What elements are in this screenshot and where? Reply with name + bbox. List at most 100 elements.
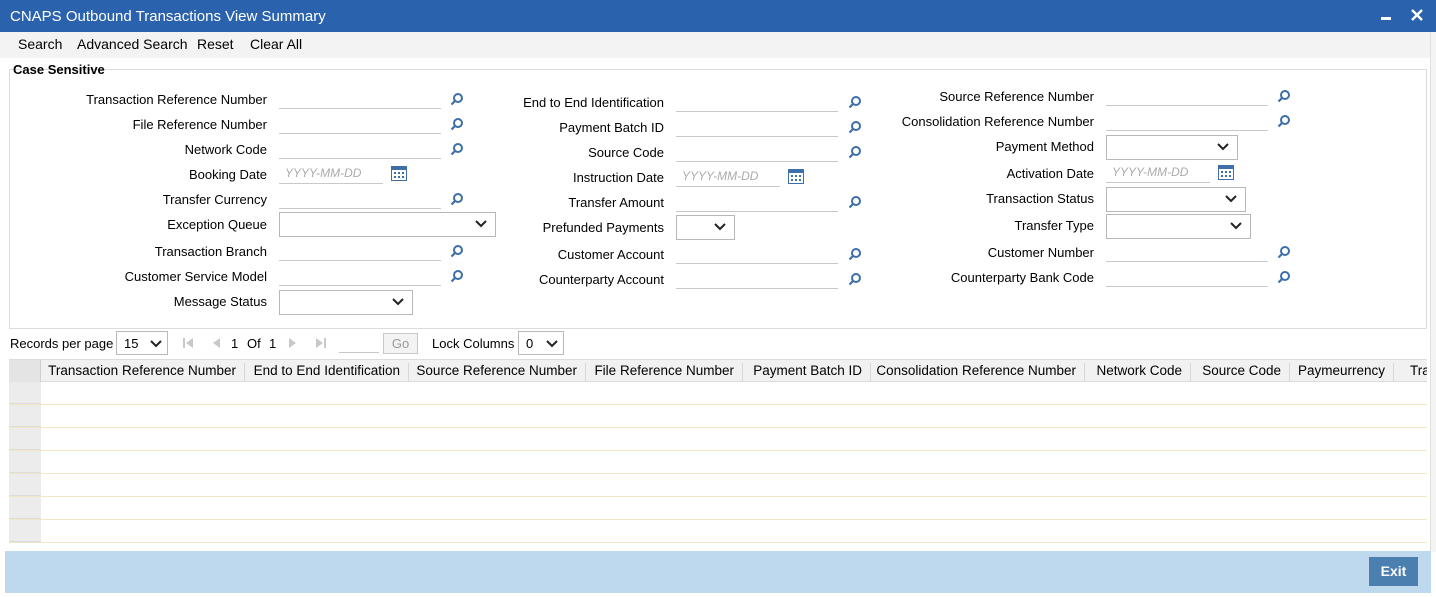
table-row[interactable] <box>9 405 1427 428</box>
table-row[interactable] <box>9 520 1427 543</box>
instruction-date-field[interactable] <box>676 165 780 187</box>
calendar-icon[interactable] <box>391 166 407 181</box>
clear-all-button[interactable]: Clear All <box>250 36 302 52</box>
column-header[interactable]: Source Code <box>1191 363 1290 381</box>
page-number-input[interactable] <box>339 333 379 353</box>
source-reference-number-field[interactable] <box>1106 84 1268 106</box>
row-select-cell[interactable] <box>9 520 41 542</box>
transfer-amount-field[interactable] <box>676 190 838 212</box>
transaction-reference-number-label: Transaction Reference Number <box>86 92 267 107</box>
transaction-status-label: Transaction Status <box>986 191 1094 206</box>
close-icon[interactable] <box>1408 6 1426 24</box>
column-header[interactable]: Payment Batch ID <box>743 363 871 381</box>
customer-number-label: Customer Number <box>987 245 1094 260</box>
search-icon[interactable] <box>1277 270 1291 284</box>
network-code-label: Network Code <box>184 142 267 157</box>
consolidation-reference-number-field[interactable] <box>1106 109 1268 131</box>
row-select-cell[interactable] <box>9 405 41 427</box>
exception-queue-select[interactable] <box>279 212 496 237</box>
first-page-icon[interactable] <box>183 338 193 348</box>
search-icon[interactable] <box>848 195 862 209</box>
grid-header: Transaction Reference Number End to End … <box>9 359 1427 382</box>
search-icon[interactable] <box>848 95 862 109</box>
prefunded-payments-select[interactable] <box>676 215 735 240</box>
search-icon[interactable] <box>450 269 464 283</box>
calendar-icon[interactable] <box>788 169 804 184</box>
column-header[interactable]: End to End Identification <box>245 363 409 381</box>
previous-page-icon[interactable] <box>211 338 221 348</box>
search-icon[interactable] <box>848 272 862 286</box>
search-icon[interactable] <box>1277 89 1291 103</box>
row-select-cell[interactable] <box>9 382 41 404</box>
network-code-field[interactable] <box>279 137 441 159</box>
table-row[interactable] <box>9 474 1427 497</box>
message-status-select[interactable] <box>279 290 413 315</box>
booking-date-field[interactable] <box>279 162 383 184</box>
search-icon[interactable] <box>1277 245 1291 259</box>
search-button[interactable]: Search <box>18 36 62 52</box>
footer-bar <box>5 551 1431 593</box>
column-header[interactable]: File Reference Number <box>586 363 743 381</box>
search-icon[interactable] <box>848 120 862 134</box>
row-select-cell[interactable] <box>9 428 41 450</box>
transaction-status-select[interactable] <box>1106 187 1246 212</box>
search-icon[interactable] <box>450 192 464 206</box>
row-select-cell[interactable] <box>9 497 41 519</box>
end-to-end-identification-field[interactable] <box>676 90 838 112</box>
row-select-cell[interactable] <box>9 474 41 496</box>
file-reference-number-field[interactable] <box>279 112 441 134</box>
column-header[interactable]: Source Reference Number <box>409 363 586 381</box>
chevron-down-icon <box>1217 143 1229 151</box>
lock-columns-select[interactable]: 0 <box>518 331 564 355</box>
counterparty-bank-code-field[interactable] <box>1106 265 1268 287</box>
vertical-scrollbar[interactable] <box>1430 32 1436 552</box>
column-header[interactable]: Tra <box>1394 363 1427 381</box>
exit-button[interactable]: Exit <box>1369 557 1418 586</box>
reset-button[interactable]: Reset <box>197 36 234 52</box>
payment-method-select[interactable] <box>1106 135 1238 160</box>
transaction-branch-field[interactable] <box>279 239 441 261</box>
counterparty-bank-code-label: Counterparty Bank Code <box>950 270 1094 285</box>
next-page-icon[interactable] <box>288 338 298 348</box>
search-icon[interactable] <box>450 244 464 258</box>
customer-service-model-field[interactable] <box>279 264 441 286</box>
lock-columns-label: Lock Columns <box>432 336 515 351</box>
search-icon[interactable] <box>848 145 862 159</box>
column-header[interactable]: Network Code <box>1085 363 1191 381</box>
table-row[interactable] <box>9 451 1427 474</box>
counterparty-account-label: Counterparty Account <box>538 272 664 287</box>
calendar-icon[interactable] <box>1218 165 1234 180</box>
payment-batch-id-field[interactable] <box>676 115 838 137</box>
transfer-type-select[interactable] <box>1106 214 1251 239</box>
select-all-cell[interactable] <box>9 360 41 382</box>
table-row[interactable] <box>9 382 1427 405</box>
payment-batch-id-label: Payment Batch ID <box>559 120 664 135</box>
go-button[interactable]: Go <box>383 333 418 354</box>
search-icon[interactable] <box>450 117 464 131</box>
search-icon[interactable] <box>848 247 862 261</box>
column-header[interactable]: Consolidation Reference Number <box>871 363 1085 381</box>
column-header[interactable]: Transaction Reference Number <box>41 363 245 381</box>
transfer-currency-field[interactable] <box>279 187 441 209</box>
customer-account-field[interactable] <box>676 242 838 264</box>
activation-date-label: Activation Date <box>1006 166 1094 181</box>
search-icon[interactable] <box>450 142 464 156</box>
activation-date-field[interactable] <box>1106 161 1210 183</box>
column-header[interactable]: Paymeurrency <box>1290 363 1394 381</box>
search-icon[interactable] <box>1277 114 1291 128</box>
transaction-reference-number-field[interactable] <box>279 87 441 109</box>
instruction-date-label: Instruction Date <box>572 170 664 185</box>
table-row[interactable] <box>9 497 1427 520</box>
source-code-field[interactable] <box>676 140 838 162</box>
last-page-icon[interactable] <box>316 338 326 348</box>
minimize-icon[interactable] <box>1377 6 1395 24</box>
pagination-bar: Records per page 15 1 Of 1 Go Lock Colum… <box>0 330 1436 358</box>
counterparty-account-field[interactable] <box>676 267 838 289</box>
advanced-search-button[interactable]: Advanced Search <box>77 36 188 52</box>
search-icon[interactable] <box>450 92 464 106</box>
customer-number-field[interactable] <box>1106 240 1268 262</box>
exception-queue-label: Exception Queue <box>167 217 267 232</box>
row-select-cell[interactable] <box>9 451 41 473</box>
records-per-page-select[interactable]: 15 <box>116 331 168 355</box>
table-row[interactable] <box>9 428 1427 451</box>
